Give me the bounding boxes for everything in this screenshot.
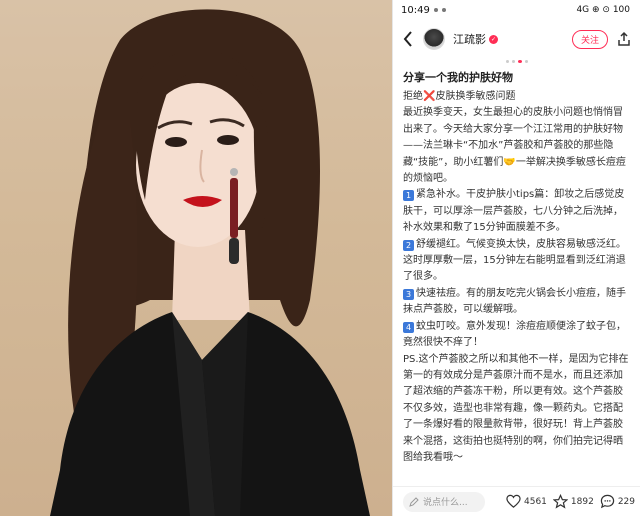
verified-badge-icon: ✓: [489, 34, 498, 44]
screen: 10:49 4G ⊕ ⊙ 100 江疏影 ✓ 关注 分享一个我的护肤好物 拒绝❌…: [0, 0, 640, 516]
collect-button[interactable]: 1892: [552, 494, 594, 509]
follow-button[interactable]: 关注: [571, 29, 608, 49]
number-four-icon: 4: [403, 321, 414, 333]
portrait-illustration: [50, 9, 370, 516]
number-one-icon: 1: [403, 190, 414, 202]
collect-count: 1892: [570, 496, 594, 507]
post-content: 分享一个我的护肤好物 拒绝❌皮肤换季敏感问题 最近换季变天，女生最担心的皮肤小问…: [393, 69, 640, 466]
back-button[interactable]: [401, 28, 415, 50]
like-count: 4561: [524, 496, 547, 507]
like-button[interactable]: 4561: [506, 494, 547, 509]
handshake-emoji-icon: 🤝: [503, 156, 516, 168]
status-indicators: 4G ⊕ ⊙ 100: [576, 5, 630, 15]
notification-dot-icon: [441, 8, 446, 12]
number-two-icon: 2: [403, 239, 414, 251]
post-paragraph: 最近换季变天，女生最担心的皮肤小问题也悄悄冒出来了。今天给大家分享一个江江常用的…: [403, 107, 626, 185]
comment-placeholder: 说点什么...: [423, 498, 468, 508]
portrait-photo: [0, 0, 392, 516]
post-paragraph: 2 舒缓褪红。气候变换太快，皮肤容易敏感泛红。这时厚厚敷一层，15分钟左右能明显看…: [403, 238, 626, 283]
carousel-indicator: [393, 60, 640, 63]
bottom-action-bar: 说点什么... 4561 1892 229: [393, 486, 640, 516]
phone-screen: 10:49 4G ⊕ ⊙ 100 江疏影 ✓ 关注 分享一个我的护肤好物 拒绝❌…: [392, 0, 640, 516]
heart-icon: [506, 494, 521, 508]
back-arrow-icon: [403, 31, 412, 47]
post-paragraph: PS.这个芦荟胶之所以和其他不一样，是因为它排在第一的有效成分是芦荟原汁而不是水…: [403, 353, 629, 463]
author-name: 江疏影: [453, 33, 486, 46]
post-paragraph: 3 快速祛痘。有的朋友吃完火锅会长小痘痘，随手抹点芦荟胶，可以缓解哦。: [403, 287, 626, 316]
share-icon[interactable]: [616, 31, 632, 47]
post-paragraph: 4 蚊虫叮咬。意外发现！涂痘痘顺便涂了蚊子包，竟然很快不痒了！: [403, 320, 626, 349]
post-title: 分享一个我的护肤好物: [403, 71, 513, 84]
pencil-icon: [409, 496, 419, 507]
avatar[interactable]: [423, 28, 445, 50]
comment-count: 229: [617, 496, 635, 507]
notification-dot-icon: [433, 8, 438, 12]
post-paragraph: 1 紧急补水。干皮护肤小tips篇：卸妆之后感觉皮肤干，可以厚涂一层芦荟胶，七八分…: [403, 189, 625, 234]
number-three-icon: 3: [403, 288, 414, 300]
comment-icon: [600, 494, 615, 509]
post-paragraph: 拒绝❌皮肤换季敏感问题: [403, 91, 516, 102]
comment-button[interactable]: 229: [600, 494, 635, 509]
post-header: 江疏影 ✓ 关注: [393, 20, 640, 58]
status-time: 10:49: [401, 4, 430, 16]
status-bar: 10:49 4G ⊕ ⊙ 100: [393, 0, 640, 20]
star-icon: [552, 494, 568, 509]
post-body: 拒绝❌皮肤换季敏感问题 最近换季变天，女生最担心的皮肤小问题也悄悄冒出来了。今天…: [403, 89, 630, 466]
comment-input[interactable]: 说点什么...: [403, 491, 485, 512]
cross-mark-icon: ❌: [423, 91, 436, 102]
author-info[interactable]: 江疏影 ✓: [453, 31, 498, 47]
